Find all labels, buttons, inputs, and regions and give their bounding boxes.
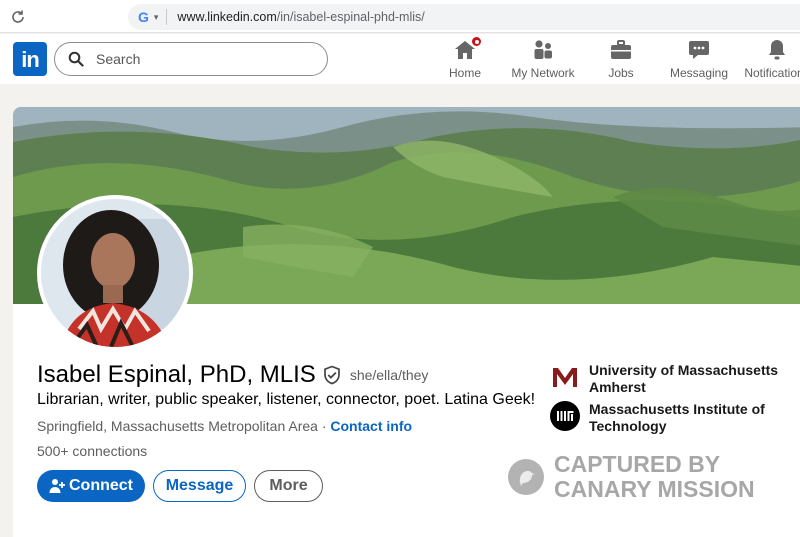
notification-badge (470, 35, 483, 48)
url-domain: www.linkedin.com (177, 10, 277, 24)
linkedin-logo[interactable]: in (13, 42, 47, 76)
chevron-down-icon[interactable]: ▾ (154, 12, 159, 23)
education-item-umass[interactable]: University of Massachusetts Amherst (550, 362, 779, 396)
more-button[interactable]: More (254, 470, 323, 502)
education-item-mit[interactable]: Massachusetts Institute of Technology (550, 401, 779, 435)
network-icon (531, 38, 555, 62)
url-path: /in/isabel-espinal-phd-mlis/ (276, 10, 425, 24)
browser-toolbar: G ▾ www.linkedin.com/in/isabel-espinal-p… (0, 0, 800, 33)
reload-icon[interactable] (8, 7, 28, 27)
location-separator: · (317, 418, 331, 434)
watermark-line-1: CAPTURED BY (554, 451, 721, 477)
search-placeholder: Search (96, 51, 141, 67)
captured-by-watermark: CAPTURED BY CANARY MISSION (508, 452, 755, 502)
location-text: Springfield, Massachusetts Metropolitan … (37, 418, 318, 434)
linkedin-navbar: in Search Home My Network Jobs Messaging… (0, 34, 800, 84)
search-engine-icon[interactable]: G (138, 9, 149, 25)
education-name: Massachusetts Institute of Technology (589, 401, 765, 434)
contact-info-link[interactable]: Contact info (330, 418, 412, 434)
profile-location: Springfield, Massachusetts Metropolitan … (37, 418, 412, 434)
search-input[interactable]: Search (54, 42, 328, 76)
home-icon (453, 35, 483, 62)
nav-messaging-label: Messaging (669, 66, 729, 80)
mit-logo-icon (550, 401, 580, 431)
nav-jobs[interactable]: Jobs (581, 38, 661, 82)
nav-messaging[interactable]: Messaging (659, 38, 739, 82)
nav-home[interactable]: Home (425, 35, 505, 82)
address-bar[interactable]: G ▾ www.linkedin.com/in/isabel-espinal-p… (128, 4, 800, 30)
connect-button[interactable]: Connect (37, 470, 145, 502)
education-name: University of Massachusetts Amherst (589, 362, 779, 395)
briefcase-icon (609, 38, 633, 62)
verified-shield-icon[interactable] (322, 365, 342, 385)
nav-home-label: Home (448, 66, 481, 80)
profile-photo[interactable] (37, 195, 193, 351)
url-text[interactable]: www.linkedin.com/in/isabel-espinal-phd-m… (177, 10, 424, 24)
connections-count[interactable]: 500+ connections (37, 443, 147, 459)
canary-bird-icon (508, 459, 544, 495)
pronouns: she/ella/they (349, 367, 429, 383)
profile-card: Isabel Espinal, PhD, MLIS she/ella/they … (13, 107, 800, 537)
address-divider (166, 9, 168, 25)
chat-icon (687, 38, 711, 62)
bell-icon (765, 38, 789, 62)
add-user-icon (49, 479, 65, 493)
profile-name-row: Isabel Espinal, PhD, MLIS she/ella/they (37, 361, 428, 389)
nav-jobs-label: Jobs (608, 66, 634, 80)
watermark-line-2: CANARY MISSION (554, 476, 755, 502)
nav-my-network[interactable]: My Network (503, 38, 583, 82)
message-button[interactable]: Message (153, 470, 246, 502)
profile-headline: Librarian, writer, public speaker, liste… (37, 391, 536, 408)
connect-label: Connect (69, 477, 133, 494)
umass-logo-icon (550, 362, 580, 392)
nav-notifications[interactable]: Notifications (737, 38, 800, 82)
watermark-text: CAPTURED BY CANARY MISSION (554, 452, 755, 502)
search-icon (68, 51, 84, 67)
nav-notifications-label: Notifications (744, 66, 800, 80)
nav-my-network-label: My Network (511, 66, 575, 80)
profile-name: Isabel Espinal, PhD, MLIS (37, 361, 316, 388)
